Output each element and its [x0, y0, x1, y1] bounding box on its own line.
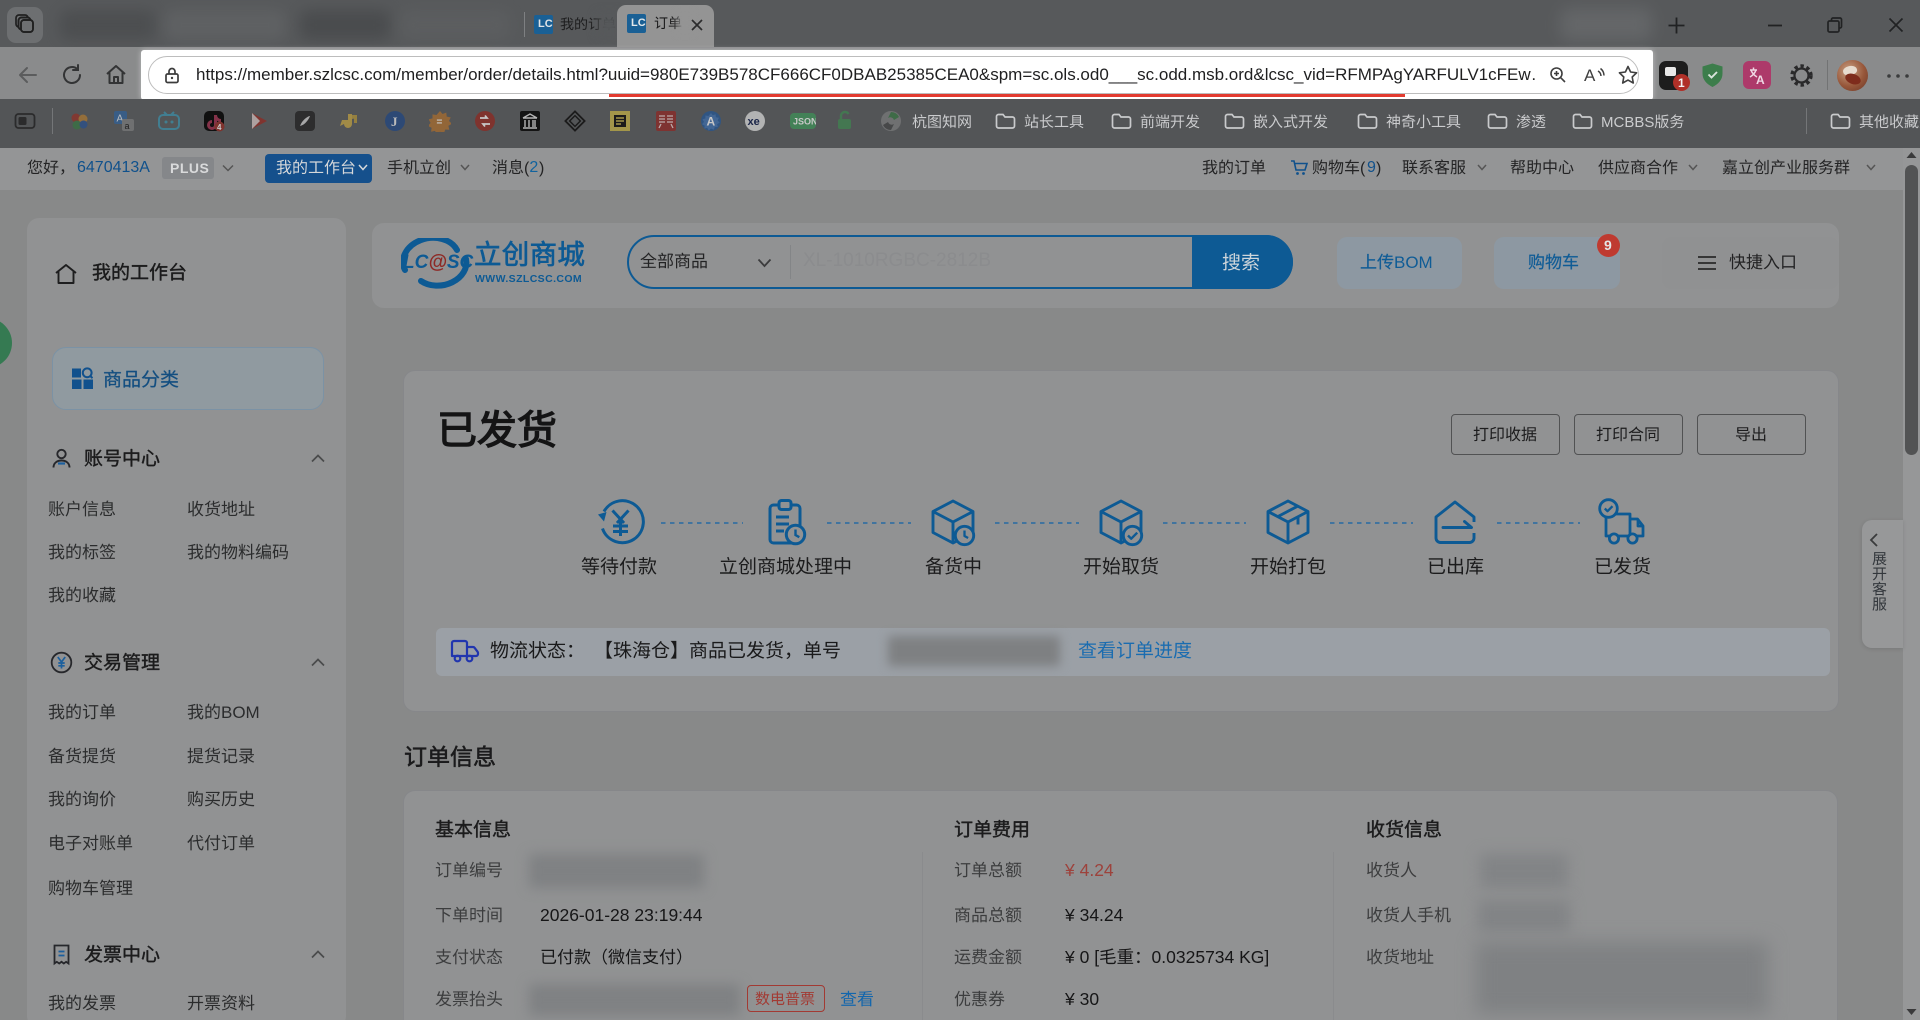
svg-text:0.0325734 KG]: 0.0325734 KG]: [1152, 947, 1270, 967]
svg-text:¥ 4.24: ¥ 4.24: [1064, 860, 1114, 880]
svg-text:¥ 0 [: ¥ 0 [: [1064, 947, 1099, 967]
svg-text:4: 4: [217, 123, 222, 132]
svg-text:(: (: [1360, 160, 1366, 177]
svg-text:=: =: [437, 117, 443, 128]
svg-text:a: a: [125, 121, 130, 131]
svg-text:): ): [1376, 160, 1381, 177]
svg-text:JSON: JSON: [793, 117, 816, 127]
svg-text:A: A: [1756, 73, 1765, 86]
svg-text:¥ 30: ¥ 30: [1064, 989, 1099, 1009]
svg-text:MCBBS: MCBBS: [1601, 114, 1654, 131]
svg-text:BOM: BOM: [1394, 253, 1433, 272]
svg-text:A: A: [1584, 66, 1596, 85]
svg-text:J: J: [391, 114, 398, 129]
svg-text:¥ 34.24: ¥ 34.24: [1064, 905, 1124, 925]
svg-text:xe: xe: [748, 116, 760, 128]
svg-text:BOM: BOM: [221, 703, 260, 722]
svg-text:): ): [539, 160, 544, 177]
svg-text:A: A: [707, 115, 716, 129]
